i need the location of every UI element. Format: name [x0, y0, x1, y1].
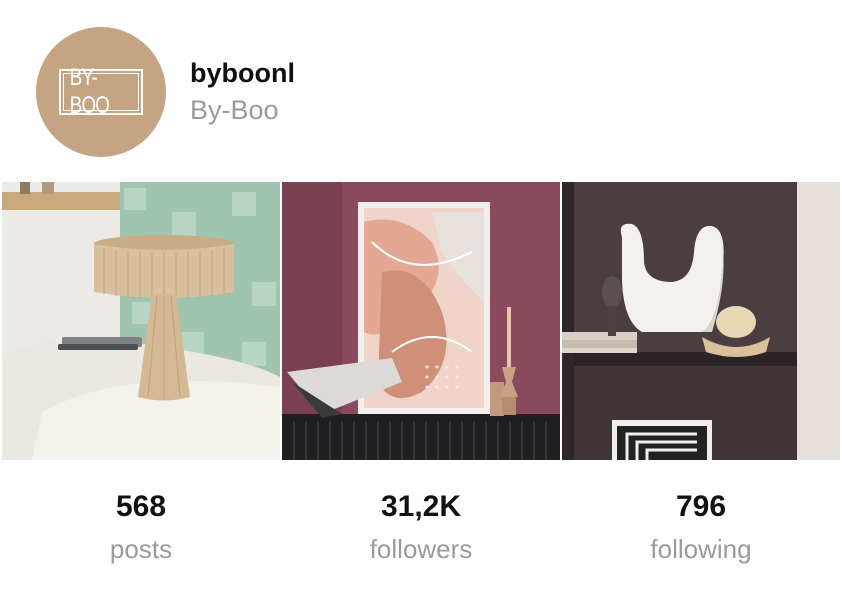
- post-thumbnail-print[interactable]: [282, 182, 560, 460]
- profile-avatar[interactable]: BY-BOO: [36, 27, 166, 157]
- stat-followers[interactable]: 31,2K followers: [281, 480, 561, 565]
- following-count: 796: [675, 490, 727, 523]
- stat-following[interactable]: 796 following: [561, 480, 841, 565]
- profile-display-name: By-Boo: [190, 95, 279, 125]
- followers-label: followers: [369, 534, 473, 564]
- brand-logo-text: BY-BOO: [69, 64, 110, 119]
- vase-photo: [562, 182, 840, 460]
- print-photo: [282, 182, 560, 460]
- posts-label: posts: [109, 534, 173, 564]
- brand-logo: BY-BOO: [59, 64, 143, 119]
- profile-stats: 568 posts 31,2K followers 796 following: [0, 480, 842, 580]
- post-grid: [2, 182, 840, 460]
- followers-count: 31,2K: [380, 490, 462, 523]
- profile-username[interactable]: byboonl: [190, 58, 295, 89]
- stat-posts[interactable]: 568 posts: [1, 480, 281, 565]
- profile-header: BY-BOO byboonl By-Boo: [0, 0, 842, 180]
- posts-count: 568: [115, 490, 167, 523]
- following-label: following: [650, 534, 752, 564]
- lamp-photo: [2, 182, 280, 460]
- post-thumbnail-lamp[interactable]: [2, 182, 280, 460]
- post-thumbnail-vase[interactable]: [562, 182, 840, 460]
